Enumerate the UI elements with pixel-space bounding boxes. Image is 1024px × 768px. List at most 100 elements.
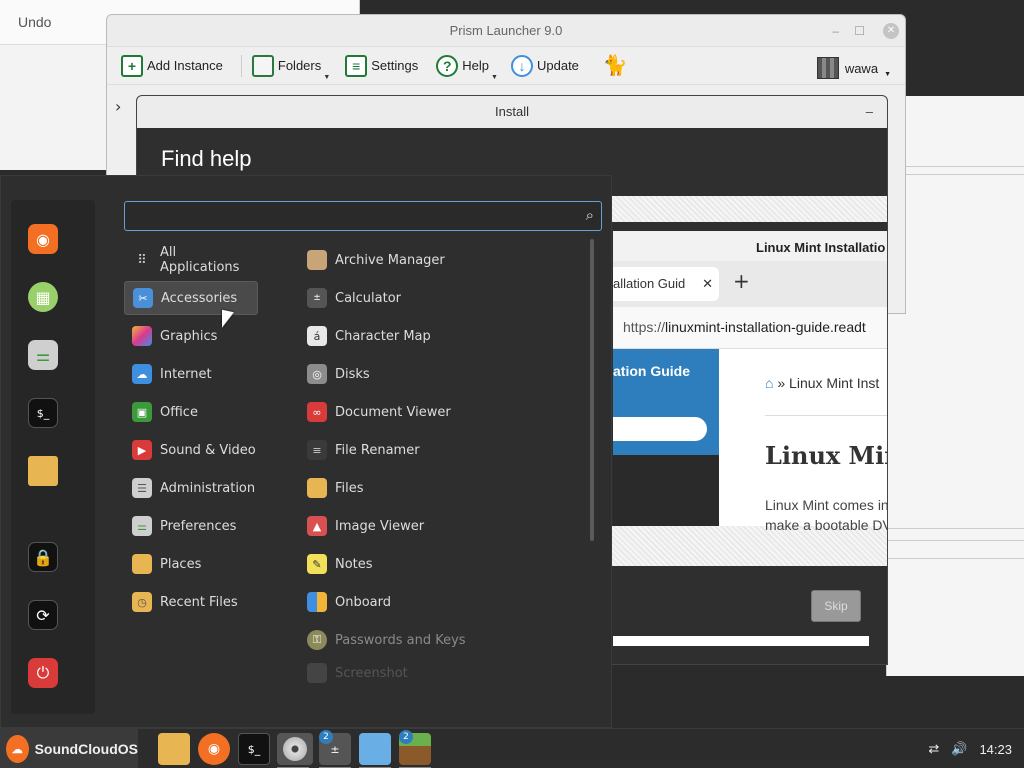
category-office[interactable]: ▣ Office xyxy=(124,395,258,429)
folders-label: Folders xyxy=(277,58,322,73)
menu-button[interactable]: ☁ SoundCloudOS xyxy=(0,729,138,768)
terminal-icon[interactable]: $_ xyxy=(28,398,58,428)
doc-paragraph-line: make a bootable DV xyxy=(765,517,888,533)
new-tab-icon[interactable]: + xyxy=(733,269,750,293)
start-menu: ◉ ▦ ⚌ $_ 🔒 ⟳ ⏻ ⌕ ⠿ All Applications ✂ Ac… xyxy=(0,175,612,728)
account-button[interactable]: wawa ▼ xyxy=(816,57,891,79)
calculator-icon: ± xyxy=(307,288,327,308)
clock[interactable]: 14:23 xyxy=(979,742,1012,757)
folder-icon xyxy=(251,54,274,77)
app-onboard[interactable]: Onboard xyxy=(299,585,391,619)
app-label: Character Map xyxy=(335,328,431,344)
category-places[interactable]: Places xyxy=(124,547,258,581)
install-titlebar[interactable]: Install – xyxy=(137,96,887,128)
divider xyxy=(887,166,1024,167)
app-screenshot[interactable]: Screenshot xyxy=(299,661,408,685)
category-all-applications[interactable]: ⠿ All Applications xyxy=(124,243,258,277)
taskbar-terminal-icon[interactable]: $_ xyxy=(238,733,270,765)
minimize-icon[interactable]: – xyxy=(866,96,873,128)
app-notes[interactable]: ✎ Notes xyxy=(299,547,373,581)
category-label: Recent Files xyxy=(160,594,238,610)
help-button[interactable]: ? Help ▼ xyxy=(436,54,498,81)
docs-sidebar: ation Guide xyxy=(613,349,719,455)
app-document-viewer[interactable]: ∞ Document Viewer xyxy=(299,395,451,429)
app-label: Calculator xyxy=(335,290,402,306)
firefox-icon[interactable]: ◉ xyxy=(28,224,58,254)
docs-search-field[interactable] xyxy=(613,417,707,441)
tab-label: allation Guid xyxy=(613,276,686,291)
update-icon: ↓ xyxy=(510,54,533,77)
taskbar-firefox-icon[interactable]: ◉ xyxy=(198,733,230,765)
category-label: All Applications xyxy=(160,245,240,275)
prism-titlebar[interactable]: Prism Launcher 9.0 – ☐ ✕ xyxy=(107,15,905,47)
minimize-icon[interactable]: – xyxy=(832,15,839,47)
app-label: Onboard xyxy=(335,594,392,610)
add-icon: + xyxy=(121,54,143,77)
app-file-renamer[interactable]: ≡ File Renamer xyxy=(299,433,420,467)
settings-toggle-icon[interactable]: ⚌ xyxy=(28,340,58,370)
category-accessories[interactable]: ✂ Accessories xyxy=(124,281,258,315)
category-label: Preferences xyxy=(160,518,237,534)
app-label: Notes xyxy=(335,556,373,572)
close-tab-icon[interactable]: ✕ xyxy=(702,267,713,301)
soundcloud-logo-icon: ☁ xyxy=(6,735,29,763)
app-archive-manager[interactable]: Archive Manager xyxy=(299,243,445,277)
taskbar-screen-icon[interactable] xyxy=(359,733,391,768)
chevron-right-icon[interactable]: › xyxy=(115,97,121,116)
app-image-viewer[interactable]: ▲ Image Viewer xyxy=(299,509,424,543)
address-bar[interactable]: https://linuxmint-installation-guide.rea… xyxy=(613,307,887,349)
dropdown-icon: ▼ xyxy=(884,70,891,78)
app-calculator[interactable]: ± Calculator xyxy=(299,281,401,315)
category-recent-files[interactable]: ◷ Recent Files xyxy=(124,585,258,619)
taskbar-files-icon[interactable] xyxy=(158,733,190,765)
app-label: Disks xyxy=(335,366,370,382)
cat-button[interactable]: 🐈 xyxy=(603,53,628,78)
category-graphics[interactable]: Graphics xyxy=(124,319,258,353)
network-disconnected-icon[interactable]: ⇄ xyxy=(928,741,939,757)
app-disks[interactable]: ◎ Disks xyxy=(299,357,370,391)
browser-tab[interactable]: allation Guid ✕ xyxy=(613,267,719,301)
disc-icon xyxy=(283,737,307,761)
update-button[interactable]: ↓ Update xyxy=(510,54,579,77)
home-icon[interactable]: ⌂ xyxy=(765,375,773,391)
folder-icon[interactable] xyxy=(28,456,58,486)
category-label: Office xyxy=(160,404,198,420)
power-icon[interactable]: ⏻ xyxy=(28,658,58,688)
breadcrumb-item[interactable]: Linux Mint Inst xyxy=(789,375,879,391)
breadcrumb: ⌂ » Linux Mint Inst xyxy=(765,375,879,391)
toolbar-separator xyxy=(240,54,242,77)
search-input[interactable]: ⌕ xyxy=(124,201,602,231)
avatar xyxy=(816,57,839,79)
category-sound-video[interactable]: ▶ Sound & Video xyxy=(124,433,258,467)
cat-icon: 🐈 xyxy=(602,55,628,77)
logout-icon[interactable]: ⟳ xyxy=(28,600,58,630)
settings-button[interactable]: ≡ Settings xyxy=(345,54,418,77)
add-instance-button[interactable]: + Add Instance xyxy=(121,54,223,77)
office-icon: ▣ xyxy=(132,402,152,422)
taskbar-minecraft-icon[interactable]: 2 xyxy=(399,730,431,768)
app-files[interactable]: Files xyxy=(299,471,364,505)
image-icon: ▲ xyxy=(307,516,327,536)
network-icon[interactable]: ▦ xyxy=(28,282,58,312)
app-character-map[interactable]: á Character Map xyxy=(299,319,431,353)
skip-button[interactable]: Skip xyxy=(811,590,861,622)
window-count-badge: 2 xyxy=(399,730,413,744)
close-icon[interactable]: ✕ xyxy=(883,23,899,39)
graphics-icon xyxy=(132,326,152,346)
app-passwords-and-keys[interactable]: ⚿ Passwords and Keys xyxy=(299,623,466,657)
menu-scrollbar[interactable] xyxy=(590,239,594,541)
taskbar-calculator-icon[interactable]: ± 2 xyxy=(319,730,351,768)
help-label: Help xyxy=(462,58,489,73)
category-administration[interactable]: ☰ Administration xyxy=(124,471,258,505)
taskbar-disc-icon[interactable] xyxy=(277,733,313,768)
folders-button[interactable]: Folders ▼ xyxy=(251,54,330,81)
volume-icon[interactable]: 🔊 xyxy=(951,741,967,757)
doc-paragraph-line: Linux Mint comes in xyxy=(765,497,888,513)
category-internet[interactable]: ☁ Internet xyxy=(124,357,258,391)
recent-icon: ◷ xyxy=(132,592,152,612)
lock-icon[interactable]: 🔒 xyxy=(28,542,58,572)
category-label: Internet xyxy=(160,366,212,382)
maximize-icon[interactable]: ☐ xyxy=(854,15,865,47)
category-preferences[interactable]: ⚌ Preferences xyxy=(124,509,258,543)
play-icon: ▶ xyxy=(132,440,152,460)
